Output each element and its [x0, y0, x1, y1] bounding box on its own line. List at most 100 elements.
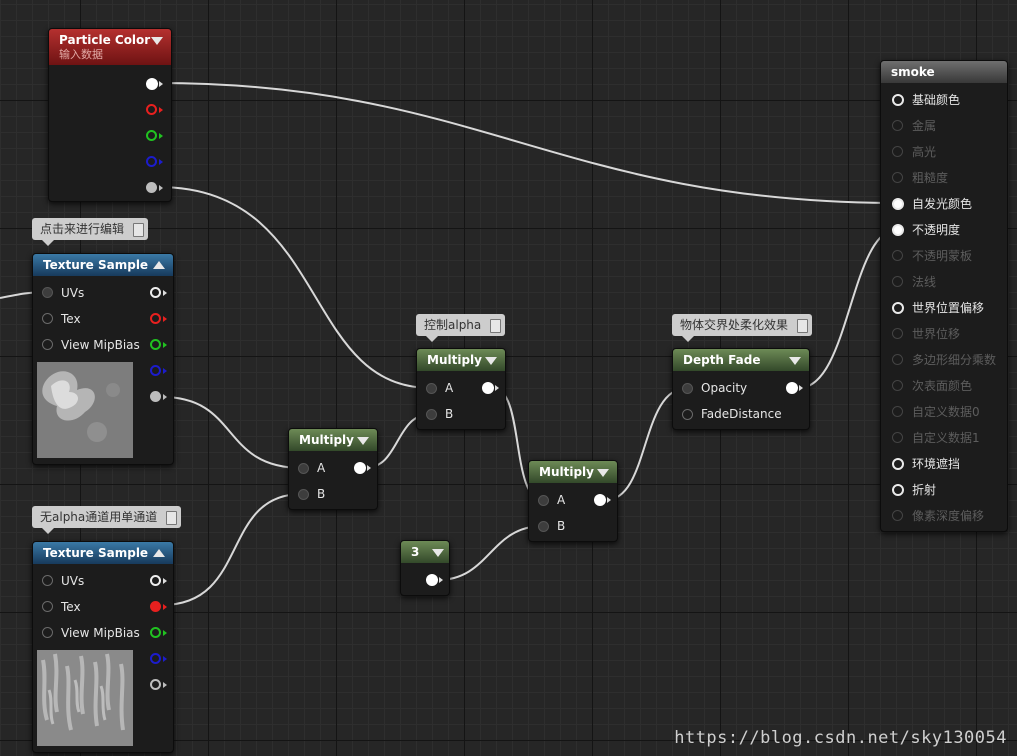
texture-sample-node[interactable]: Texture Sample UVs Tex View MipBias	[32, 541, 174, 753]
particle-color-node[interactable]: Particle Color 输入数据	[48, 28, 172, 202]
input-label-uvs: UVs	[61, 574, 85, 588]
material-input-label: 基础颜色	[912, 93, 961, 107]
wire-tex2-red-to-multiply1-b[interactable]	[161, 493, 303, 606]
collapse-arrow-icon[interactable]	[357, 437, 369, 445]
texture-sample-node[interactable]: Texture Sample UVs Tex View MipBias	[32, 253, 174, 465]
output-pin-b[interactable]	[150, 365, 161, 376]
pin-comment-icon[interactable]	[797, 319, 809, 333]
collapse-arrow-icon[interactable]	[153, 549, 165, 557]
collapse-arrow-icon[interactable]	[153, 261, 165, 269]
output-pin[interactable]	[786, 382, 798, 394]
output-pin[interactable]	[594, 494, 606, 506]
output-pin-rgb[interactable]	[146, 78, 158, 90]
multiply-header[interactable]: Multiply	[529, 461, 617, 483]
output-pin-g[interactable]	[150, 627, 161, 638]
input-pin-b[interactable]	[298, 489, 309, 500]
output-pin-r[interactable]	[146, 104, 157, 115]
input-pin-view-mipbias[interactable]	[42, 627, 53, 638]
input-pin-b[interactable]	[538, 521, 549, 532]
output-pin-g[interactable]	[150, 339, 161, 350]
wire-particle-alpha-to-multiply2-a[interactable]	[157, 186, 432, 389]
collapse-arrow-icon[interactable]	[151, 37, 163, 45]
output-pin-a[interactable]	[150, 679, 161, 690]
material-input-pin[interactable]	[892, 146, 903, 157]
output-pin-b[interactable]	[146, 156, 157, 167]
output-pin-a[interactable]	[146, 182, 157, 193]
input-label-b: B	[557, 519, 566, 533]
material-input-pin[interactable]	[892, 328, 903, 339]
material-input-pin[interactable]	[892, 224, 904, 236]
material-input-pin[interactable]	[892, 172, 903, 183]
output-pin-b[interactable]	[150, 653, 161, 664]
output-pin-r[interactable]	[150, 313, 161, 324]
material-input-label: 世界位移	[912, 327, 961, 341]
input-pin-fade-distance[interactable]	[682, 409, 693, 420]
material-input-label: 不透明度	[912, 223, 961, 237]
material-input-pin[interactable]	[892, 432, 903, 443]
output-pin-a[interactable]	[150, 391, 161, 402]
material-input-pin[interactable]	[892, 484, 904, 496]
collapse-arrow-icon[interactable]	[432, 549, 444, 557]
input-pin-uvs[interactable]	[42, 287, 53, 298]
input-pin-opacity[interactable]	[682, 383, 693, 394]
material-input-pin[interactable]	[892, 120, 903, 131]
material-header[interactable]: smoke	[881, 61, 1007, 83]
input-pin-a[interactable]	[538, 495, 549, 506]
depth-fade-node[interactable]: Depth Fade Opacity FadeDistance	[672, 348, 810, 430]
multiply-node[interactable]: Multiply A B	[288, 428, 378, 510]
material-input-pin[interactable]	[892, 250, 903, 261]
input-label-view-mipbias: View MipBias	[61, 626, 140, 640]
material-input-pin[interactable]	[892, 406, 903, 417]
material-input-label: 自定义数据1	[912, 431, 980, 445]
collapse-arrow-icon[interactable]	[789, 357, 801, 365]
comment-bubble[interactable]: 点击来进行编辑	[32, 218, 149, 246]
comment-bubble[interactable]: 控制alpha	[416, 314, 506, 342]
wire-tex1-alpha-to-multiply1-a[interactable]	[161, 396, 303, 469]
material-input-pin[interactable]	[892, 380, 903, 391]
material-input-pin[interactable]	[892, 94, 904, 106]
depth-fade-header[interactable]: Depth Fade	[673, 349, 809, 371]
output-pin[interactable]	[426, 574, 438, 586]
material-input-pin[interactable]	[892, 510, 903, 521]
output-pin-rgb[interactable]	[150, 287, 161, 298]
input-pin-a[interactable]	[298, 463, 309, 474]
particle-color-header[interactable]: Particle Color 输入数据	[49, 29, 171, 65]
output-pin[interactable]	[482, 382, 494, 394]
pin-arrow-icon	[439, 577, 443, 583]
material-input-pin[interactable]	[892, 354, 903, 365]
pin-comment-icon[interactable]	[166, 511, 178, 525]
multiply-header[interactable]: Multiply	[417, 349, 505, 371]
multiply-title: Multiply	[539, 465, 594, 479]
constant-header[interactable]: 3	[401, 541, 449, 563]
collapse-arrow-icon[interactable]	[597, 469, 609, 477]
wire-particle-rgb-to-emissive[interactable]	[157, 82, 899, 204]
output-pin-r[interactable]	[150, 601, 161, 612]
pin-arrow-icon	[159, 81, 163, 87]
pin-comment-icon[interactable]	[133, 223, 145, 237]
output-pin-g[interactable]	[146, 130, 157, 141]
constant-node[interactable]: 3	[400, 540, 450, 596]
material-output-node[interactable]: smoke 基础颜色 金属 高光 粗糙度 自发光颜色 不透明度 不透明蒙板 法线 世界位置偏移世…	[880, 60, 1008, 532]
pin-arrow-icon	[799, 385, 803, 391]
input-pin-b[interactable]	[426, 409, 437, 420]
output-pin[interactable]	[354, 462, 366, 474]
comment-bubble[interactable]: 无alpha通道用单通道	[32, 506, 182, 534]
multiply-node[interactable]: Multiply A B	[416, 348, 506, 430]
input-pin-tex[interactable]	[42, 313, 53, 324]
collapse-arrow-icon[interactable]	[485, 357, 497, 365]
texture-sample-header[interactable]: Texture Sample	[33, 542, 173, 564]
multiply-header[interactable]: Multiply	[289, 429, 377, 451]
output-pin-rgb[interactable]	[150, 575, 161, 586]
pin-comment-icon[interactable]	[490, 319, 502, 333]
material-input-pin[interactable]	[892, 458, 904, 470]
comment-bubble[interactable]: 物体交界处柔化效果	[672, 314, 813, 342]
multiply-node[interactable]: Multiply A B	[528, 460, 618, 542]
input-pin-uvs[interactable]	[42, 575, 53, 586]
material-input-pin[interactable]	[892, 276, 903, 287]
material-input-pin[interactable]	[892, 302, 904, 314]
input-pin-tex[interactable]	[42, 601, 53, 612]
input-pin-view-mipbias[interactable]	[42, 339, 53, 350]
material-input-pin[interactable]	[892, 198, 904, 210]
input-pin-a[interactable]	[426, 383, 437, 394]
texture-sample-header[interactable]: Texture Sample	[33, 254, 173, 276]
